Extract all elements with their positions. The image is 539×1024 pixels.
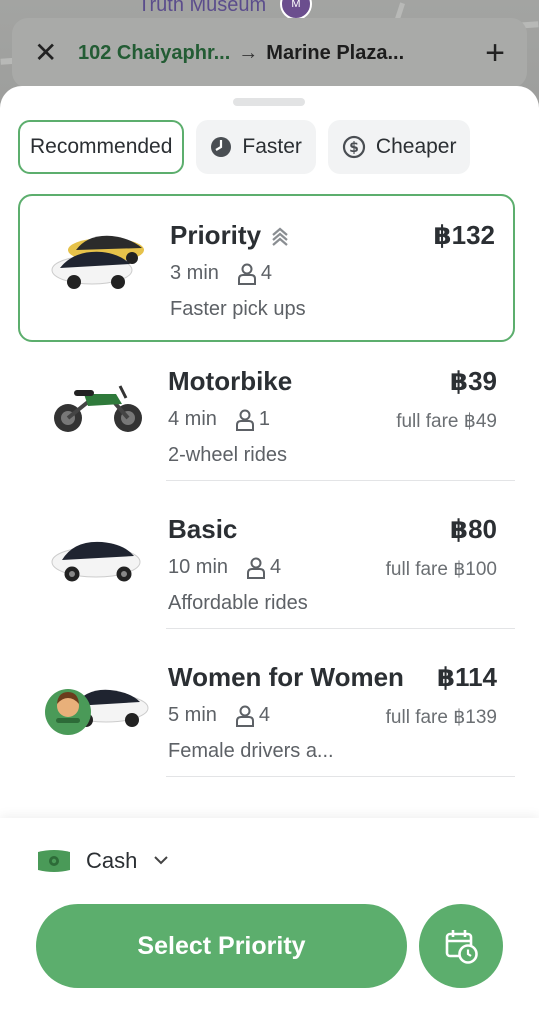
route-summary[interactable]: 102 Chaiyaphr... → Marine Plaza... xyxy=(78,42,485,65)
list-divider xyxy=(166,776,515,777)
ride-meta: 4 min 1 xyxy=(168,408,270,431)
ride-option-motorbike[interactable]: Motorbike ฿39 4 min 1 full fare ฿49 2-wh… xyxy=(18,342,515,490)
map-place-label: Truth Museum xyxy=(138,0,267,16)
payment-method: Cash xyxy=(86,848,138,873)
ride-full-fare: full fare ฿139 xyxy=(385,707,497,728)
ride-option-women-for-women[interactable]: Women for Women ฿114 5 min 4 full fare ฿… xyxy=(18,638,515,786)
route-origin: 102 Chaiyaphr... xyxy=(78,41,231,64)
list-divider xyxy=(166,628,515,629)
ride-seats: 1 xyxy=(235,408,270,431)
ride-price: ฿132 xyxy=(433,220,495,250)
filter-cheaper[interactable]: $ Cheaper xyxy=(327,120,471,174)
filter-label: Faster xyxy=(242,135,302,158)
ride-eta: 10 min xyxy=(168,556,229,578)
dollar-icon: $ xyxy=(342,135,366,159)
clock-icon xyxy=(210,136,232,158)
ride-description: Affordable rides xyxy=(168,592,308,614)
filter-chips: Recommended Faster $ Cheaper xyxy=(18,120,471,174)
chevron-down-icon xyxy=(153,852,169,870)
ride-full-fare: full fare ฿100 xyxy=(385,559,497,580)
ride-meta: 10 min 4 xyxy=(168,556,281,579)
ride-seats: 4 xyxy=(235,704,270,727)
person-icon xyxy=(237,263,256,285)
ride-meta: 5 min 4 xyxy=(168,704,270,727)
sheet-drag-handle[interactable] xyxy=(233,98,305,106)
ride-meta: 3 min 4 xyxy=(170,262,272,285)
ride-description: Female drivers a... xyxy=(168,740,334,762)
payment-selector[interactable]: Cash xyxy=(36,848,169,874)
basic-car-icon xyxy=(51,541,141,582)
filter-recommended[interactable]: Recommended xyxy=(18,120,185,174)
ride-description: 2-wheel rides xyxy=(168,444,287,466)
ride-eta: 3 min xyxy=(170,262,219,284)
priority-tier-icon xyxy=(272,227,288,246)
calendar-clock-icon xyxy=(445,930,478,964)
person-icon xyxy=(235,705,254,727)
route-bar: ✕ 102 Chaiyaphr... → Marine Plaza... + xyxy=(12,18,527,88)
filter-label: Recommended xyxy=(30,135,173,158)
priority-car-icon xyxy=(51,235,144,289)
svg-text:$: $ xyxy=(349,140,359,156)
ride-options-sheet: Recommended Faster $ Cheaper Priority ฿1… xyxy=(0,86,539,1024)
ride-seats: 4 xyxy=(246,556,281,579)
ride-price: ฿80 xyxy=(449,514,497,544)
motorbike-icon xyxy=(54,385,142,432)
select-ride-button[interactable]: Select Priority xyxy=(36,904,407,988)
cash-icon xyxy=(38,850,70,872)
ride-description: Faster pick ups xyxy=(170,298,306,320)
filter-faster[interactable]: Faster xyxy=(196,120,316,174)
ride-eta: 5 min xyxy=(168,704,217,726)
plus-icon[interactable]: + xyxy=(485,36,505,70)
ride-eta: 4 min xyxy=(168,408,217,430)
ride-price: ฿39 xyxy=(449,366,497,396)
ride-full-fare: full fare ฿49 xyxy=(396,411,497,432)
list-divider xyxy=(166,480,515,481)
route-arrow-icon: → xyxy=(238,41,259,64)
route-destination: Marine Plaza... xyxy=(266,41,405,64)
person-icon xyxy=(235,409,254,431)
schedule-button[interactable] xyxy=(419,904,503,988)
ride-price: ฿114 xyxy=(436,662,497,692)
ride-seats: 4 xyxy=(237,262,272,285)
map-pin-icon: M xyxy=(280,0,312,20)
filter-label: Cheaper xyxy=(375,135,457,158)
ride-option-priority[interactable]: Priority ฿132 3 min 4 Faster pick ups xyxy=(18,194,515,342)
close-icon[interactable]: ✕ xyxy=(34,39,68,67)
ride-option-basic[interactable]: Basic ฿80 10 min 4 full fare ฿100 Afford… xyxy=(18,490,515,638)
booking-footer: Cash Select Priority xyxy=(0,818,539,1024)
ride-name: Motorbike xyxy=(168,366,293,396)
person-icon xyxy=(247,557,266,579)
ride-name: Women for Women xyxy=(168,662,404,692)
ride-name: Basic xyxy=(168,514,238,544)
women-driver-car-icon xyxy=(45,689,149,735)
ride-name: Priority xyxy=(170,220,289,251)
